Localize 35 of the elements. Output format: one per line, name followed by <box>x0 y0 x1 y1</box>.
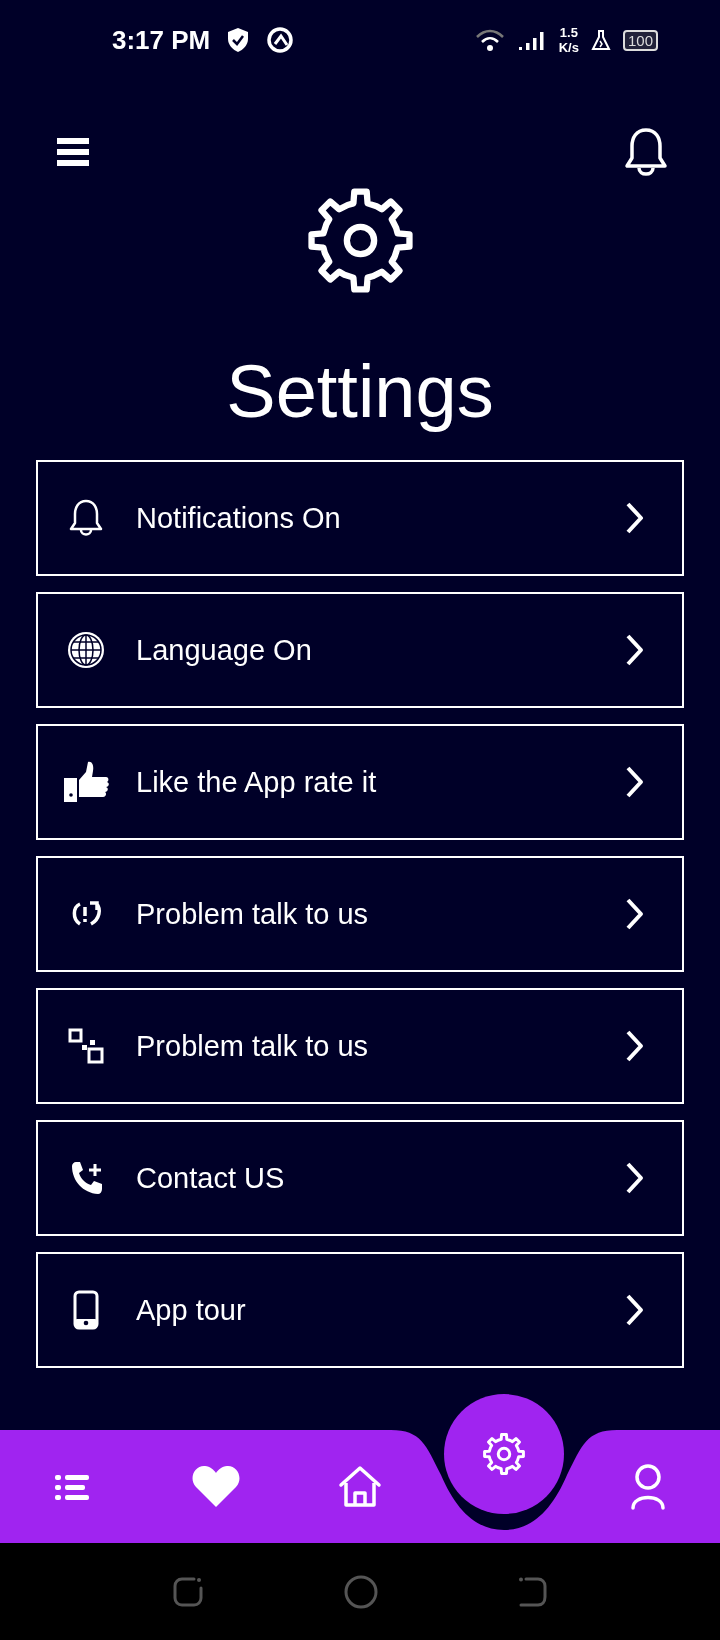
settings-row[interactable]: Like the App rate it <box>36 724 684 840</box>
flask-icon <box>590 29 611 51</box>
thumbs-up-icon <box>62 760 110 804</box>
settings-row[interactable]: Notifications On <box>36 460 684 576</box>
chevron-right-icon <box>624 500 646 536</box>
gear-icon <box>307 188 413 293</box>
home-icon <box>338 1464 382 1509</box>
settings-row[interactable]: Contact US <box>36 1120 684 1236</box>
wifi-icon <box>474 28 505 52</box>
status-time: 3:17 PM <box>112 24 211 56</box>
settings-icon <box>481 1431 527 1477</box>
chevron-right-icon <box>624 1028 646 1064</box>
settings-row[interactable]: Problem talk to us <box>36 988 684 1104</box>
chevron-right-icon <box>624 1160 646 1196</box>
squares-icon <box>68 1028 104 1064</box>
chevron-right-icon <box>624 1292 646 1328</box>
settings-row[interactable]: Problem talk to us <box>36 856 684 972</box>
phone-icon <box>73 1290 99 1330</box>
battery-indicator: 100 <box>622 29 658 51</box>
back-icon[interactable] <box>518 1576 548 1607</box>
page-title: Settings <box>225 349 495 435</box>
bell-icon <box>68 498 104 538</box>
settings-row[interactable]: App tour <box>36 1252 684 1368</box>
chevron-right-icon <box>624 632 646 668</box>
settings-row[interactable]: Language On <box>36 592 684 708</box>
globe-icon <box>66 630 106 670</box>
chevron-right-icon <box>624 896 646 932</box>
circle-badge-icon <box>266 26 295 54</box>
heart-icon <box>191 1464 241 1509</box>
home-circle-icon[interactable] <box>344 1574 378 1609</box>
chevron-right-icon <box>624 764 646 800</box>
user-icon <box>630 1463 666 1510</box>
network-speed: 1.5 K/s <box>558 25 579 55</box>
recents-icon[interactable] <box>172 1575 204 1608</box>
shield-check-icon <box>226 27 251 53</box>
